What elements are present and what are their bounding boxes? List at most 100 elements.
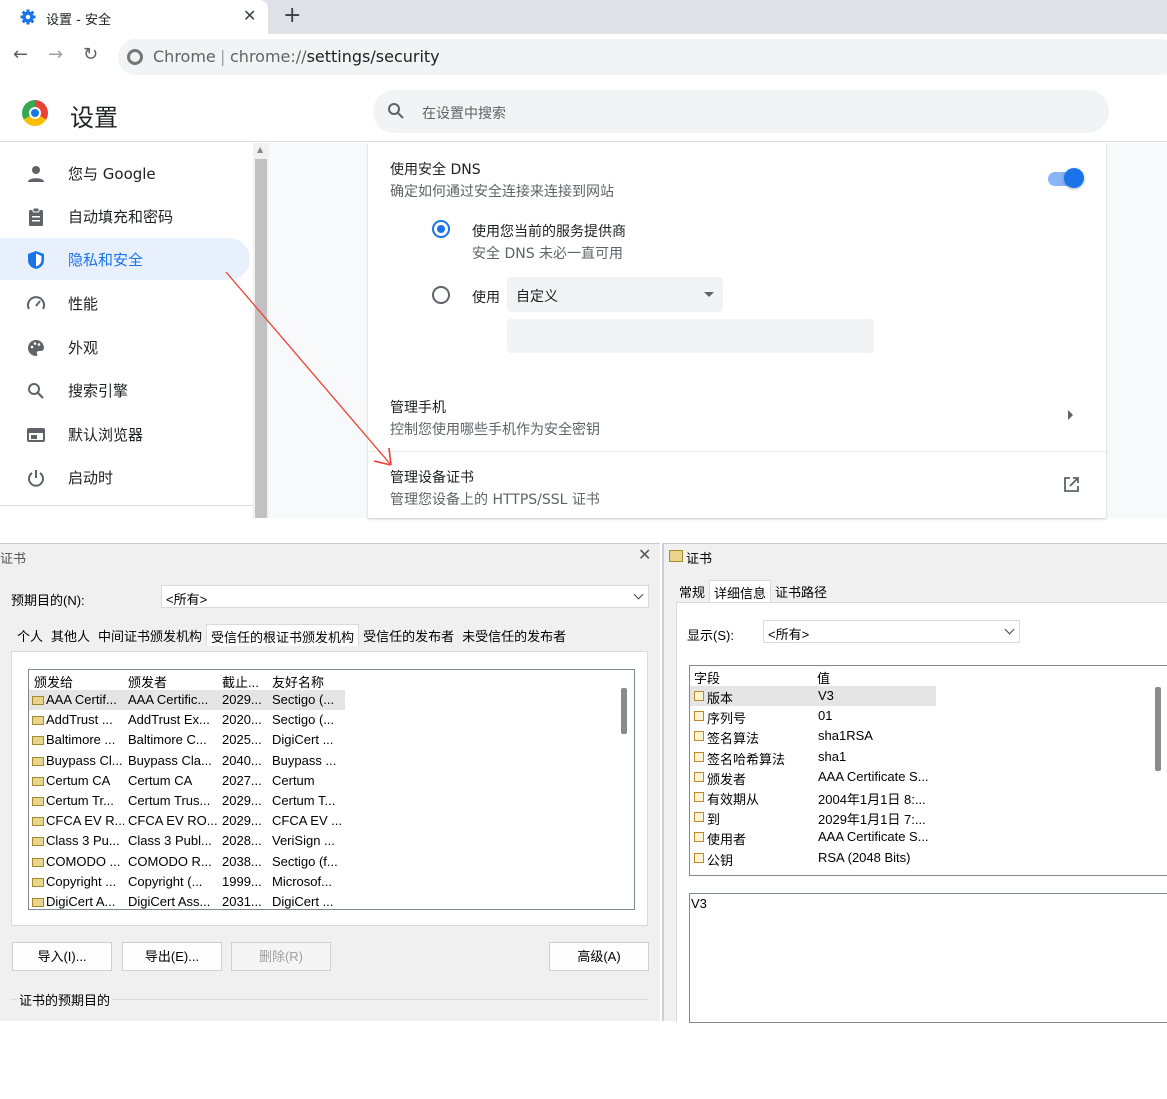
- table-cell: COMODO R...: [128, 853, 212, 869]
- show-combobox[interactable]: <所有>: [763, 620, 1020, 643]
- purpose-combobox[interactable]: <所有>: [161, 585, 649, 608]
- search-icon: [388, 103, 404, 119]
- browser-tab[interactable]: 设置 - 安全 ✕: [0, 0, 268, 34]
- column-header[interactable]: 颁发者: [128, 672, 218, 691]
- remove-button[interactable]: 删除(R): [231, 942, 331, 971]
- table-row[interactable]: AddTrust ... AddTrust Ex... 2020... Sectigo…: [29, 710, 619, 730]
- table-cell: DigiCert A...: [46, 894, 116, 909]
- field-value-box[interactable]: V3: [689, 893, 1167, 1023]
- table-cell: Baltimore ...: [46, 732, 116, 748]
- dns-provider-select[interactable]: 自定义: [507, 277, 723, 312]
- close-icon[interactable]: ✕: [638, 545, 651, 565]
- column-header[interactable]: 字段: [694, 668, 812, 687]
- dialog-title: 证书: [686, 551, 713, 566]
- table-row[interactable]: 签名算法 sha1RSA: [690, 726, 1167, 746]
- sidebar-scrollbar[interactable]: ▲: [253, 143, 269, 518]
- scrollbar-thumb[interactable]: [255, 159, 267, 518]
- field-name: 颁发者: [707, 771, 747, 787]
- table-row[interactable]: Baltimore ... Baltimore C... 2025... DigiCe…: [29, 730, 619, 750]
- sidebar-item-label: 隐私和安全: [68, 251, 144, 269]
- table-row[interactable]: Buypass Cl... Buypass Cla... 2040... Buypas…: [29, 751, 619, 771]
- table-row[interactable]: 签名哈希算法 sha1: [690, 747, 1167, 767]
- new-tab-button[interactable]: +: [283, 3, 301, 28]
- back-arrow-icon[interactable]: ←: [13, 44, 28, 65]
- table-row[interactable]: 到 2029年1月1日 7:...: [690, 807, 1167, 827]
- table-row[interactable]: DigiCert A... DigiCert Ass... 2031... DigiC…: [29, 892, 619, 909]
- secure-dns-toggle[interactable]: [1048, 168, 1084, 188]
- tab-cert-path[interactable]: 证书路径: [771, 580, 831, 602]
- omnibox[interactable]: Chrome | chrome://settings/security: [118, 39, 1167, 75]
- table-row[interactable]: 版本 V3: [690, 686, 936, 706]
- table-row[interactable]: Certum Tr... Certum Trus... 2029... Certum …: [29, 791, 619, 811]
- sidebar-item-you-and-google[interactable]: 您与 Google: [0, 152, 250, 194]
- external-link-icon[interactable]: [1062, 476, 1080, 494]
- table-row[interactable]: 使用者 AAA Certificate S...: [690, 827, 1167, 847]
- export-button[interactable]: 导出(E)...: [122, 942, 222, 971]
- table-cell: Certum T...: [272, 793, 336, 808]
- tab-details[interactable]: 详细信息: [709, 580, 772, 602]
- settings-search-input[interactable]: 在设置中搜索: [373, 90, 1109, 133]
- table-row[interactable]: 公钥 RSA (2048 Bits): [690, 848, 1167, 868]
- sidebar-item-autofill[interactable]: 自动填充和密码: [0, 195, 250, 237]
- tab-personal[interactable]: 个人: [13, 624, 47, 646]
- sidebar-item-performance[interactable]: 性能: [0, 282, 250, 324]
- browser-icon: [27, 428, 45, 442]
- scrollbar-thumb[interactable]: [621, 688, 627, 734]
- dns-provider-select-value: 自定义: [516, 289, 558, 305]
- custom-dns-input[interactable]: [507, 319, 874, 353]
- certificate-list[interactable]: 颁发给 颁发者 截止... 友好名称 AAA Certif... AAA Cert…: [28, 669, 635, 910]
- sidebar-item-privacy[interactable]: 隐私和安全: [0, 238, 250, 280]
- chrome-page-icon[interactable]: [127, 49, 143, 65]
- field-list[interactable]: 字段 值 版本 V3 序列号 01 签名算法 sha1RSA 签名哈希算法 sha1 颁发者 AA…: [689, 665, 1167, 876]
- table-row[interactable]: AAA Certif... AAA Certific... 2029... Secti…: [29, 690, 345, 710]
- sidebar-item-default-browser[interactable]: 默认浏览器: [0, 413, 250, 455]
- advanced-button[interactable]: 高级(A): [549, 942, 649, 971]
- url-path: settings/security: [306, 47, 440, 66]
- scrollbar-thumb[interactable]: [1155, 687, 1161, 771]
- column-header[interactable]: 友好名称: [272, 672, 342, 691]
- table-row[interactable]: Certum CA Certum CA 2027... Certum: [29, 771, 619, 791]
- sidebar-item-appearance[interactable]: 外观: [0, 326, 250, 368]
- tab-other-people[interactable]: 其他人: [47, 624, 94, 646]
- tab-intermediate-ca[interactable]: 中间证书颁发机构: [94, 624, 206, 646]
- certificate-icon: [32, 756, 44, 766]
- scroll-up-arrow-icon[interactable]: ▲: [257, 145, 263, 154]
- table-cell: DigiCert Ass...: [128, 894, 211, 909]
- table-cell: Sectigo (f...: [272, 853, 338, 869]
- import-button[interactable]: 导入(I)...: [12, 942, 112, 971]
- forward-arrow-icon[interactable]: →: [48, 44, 63, 65]
- shield-icon: [28, 251, 44, 269]
- field-value: RSA (2048 Bits): [818, 849, 911, 865]
- radio-current-provider[interactable]: [432, 220, 450, 238]
- option-custom-prefix: 使用: [472, 290, 500, 306]
- table-cell: DigiCert ...: [272, 894, 334, 909]
- tab-trusted-publishers[interactable]: 受信任的发布者: [359, 624, 458, 646]
- table-cell: Certum Tr...: [46, 793, 114, 808]
- chrome-logo-icon: [22, 100, 48, 126]
- table-row[interactable]: Class 3 Pu... Class 3 Publ... 2028... VeriS…: [29, 831, 619, 851]
- table-row[interactable]: 序列号 01: [690, 706, 1167, 726]
- tab-untrusted-publishers[interactable]: 未受信任的发布者: [458, 624, 570, 646]
- sidebar-item-search-engine[interactable]: 搜索引擎: [0, 369, 250, 411]
- table-row[interactable]: COMODO ... COMODO R... 2038... Sectigo (f..…: [29, 852, 619, 872]
- table-row[interactable]: 颁发者 AAA Certificate S...: [690, 767, 1167, 787]
- field-value: 2004年1月1日 8:...: [818, 792, 926, 807]
- search-placeholder: 在设置中搜索: [422, 106, 506, 122]
- divider: [0, 505, 253, 506]
- table-cell: 1999...: [222, 873, 262, 889]
- radio-custom-provider[interactable]: [432, 286, 450, 304]
- table-row[interactable]: 有效期从 2004年1月1日 8:...: [690, 787, 1167, 807]
- table-row[interactable]: Copyright ... Copyright (... 1999... Micros…: [29, 872, 619, 892]
- column-header[interactable]: 颁发给: [34, 672, 124, 691]
- close-icon[interactable]: ✕: [243, 6, 256, 25]
- sidebar-item-on-startup[interactable]: 启动时: [0, 456, 250, 498]
- reload-icon[interactable]: ↻: [83, 44, 98, 65]
- column-header[interactable]: 值: [817, 668, 935, 687]
- tab-trusted-root-ca[interactable]: 受信任的根证书颁发机构: [206, 624, 360, 646]
- manage-phones-row[interactable]: [368, 383, 1106, 449]
- column-header[interactable]: 截止...: [222, 672, 268, 691]
- omnibox-url[interactable]: chrome://settings/security: [230, 47, 440, 66]
- table-row[interactable]: CFCA EV R... CFCA EV RO... 2029... CFCA EV …: [29, 811, 619, 831]
- gear-icon: [20, 9, 36, 25]
- tab-general[interactable]: 常规: [675, 580, 709, 602]
